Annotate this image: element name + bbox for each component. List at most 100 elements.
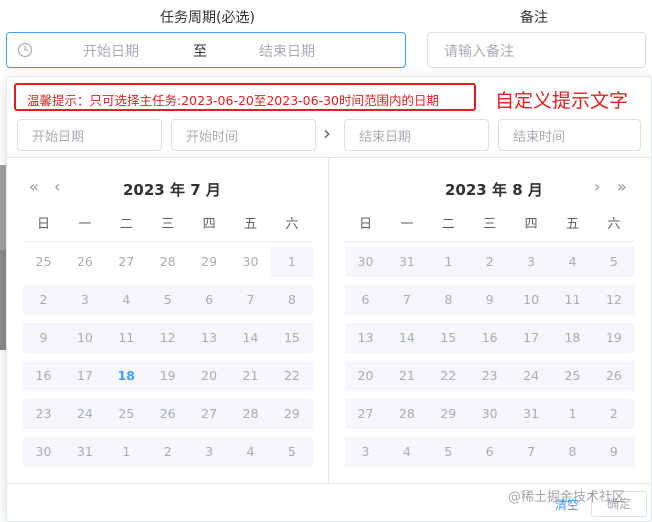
right-date-cell[interactable]: 15 bbox=[428, 323, 469, 353]
left-date-cell[interactable]: 8 bbox=[271, 285, 312, 315]
right-date-cell[interactable]: 3 bbox=[511, 247, 552, 277]
next-month-icon[interactable]: › bbox=[594, 177, 600, 196]
right-date-cell[interactable]: 8 bbox=[552, 437, 593, 467]
right-date-cell[interactable]: 2 bbox=[469, 247, 510, 277]
right-date-cell[interactable]: 11 bbox=[552, 285, 593, 315]
left-date-cell[interactable]: 16 bbox=[23, 361, 64, 391]
left-date-cell[interactable]: 28 bbox=[230, 399, 271, 429]
left-date-cell[interactable]: 28 bbox=[147, 247, 188, 277]
right-date-cell[interactable]: 1 bbox=[552, 399, 593, 429]
right-date-cell[interactable]: 16 bbox=[469, 323, 510, 353]
right-date-cell[interactable]: 5 bbox=[593, 247, 634, 277]
left-date-cell[interactable]: 5 bbox=[271, 437, 312, 467]
right-date-cell[interactable]: 21 bbox=[386, 361, 427, 391]
right-date-cell[interactable]: 31 bbox=[511, 399, 552, 429]
right-date-cell[interactable]: 19 bbox=[593, 323, 634, 353]
right-date-cell[interactable]: 4 bbox=[552, 247, 593, 277]
right-date-cell[interactable]: 13 bbox=[345, 323, 386, 353]
right-date-cell[interactable]: 12 bbox=[593, 285, 634, 315]
left-date-cell[interactable]: 4 bbox=[106, 285, 147, 315]
left-date-cell[interactable]: 10 bbox=[64, 323, 105, 353]
right-date-cell[interactable]: 26 bbox=[593, 361, 634, 391]
left-date-cell[interactable]: 20 bbox=[189, 361, 230, 391]
right-date-cell[interactable]: 10 bbox=[511, 285, 552, 315]
left-date-cell[interactable]: 2 bbox=[23, 285, 64, 315]
left-date-cell[interactable]: 13 bbox=[189, 323, 230, 353]
next-year-icon[interactable]: » bbox=[617, 177, 627, 196]
right-date-cell[interactable]: 28 bbox=[386, 399, 427, 429]
date-range-input[interactable]: 开始日期 至 结束日期 bbox=[6, 32, 406, 68]
right-date-cell[interactable]: 6 bbox=[345, 285, 386, 315]
right-date-cell[interactable]: 31 bbox=[386, 247, 427, 277]
left-date-cell[interactable]: 3 bbox=[64, 285, 105, 315]
left-date-cell[interactable]: 15 bbox=[271, 323, 312, 353]
left-date-cell[interactable]: 29 bbox=[189, 247, 230, 277]
left-date-cell[interactable]: 30 bbox=[230, 247, 271, 277]
panel-divider bbox=[328, 157, 329, 483]
end-date-input[interactable]: 结束日期 bbox=[344, 119, 489, 151]
left-date-cell[interactable]: 2 bbox=[147, 437, 188, 467]
left-date-cell[interactable]: 17 bbox=[64, 361, 105, 391]
right-date-cell[interactable]: 9 bbox=[593, 437, 634, 467]
left-date-cell[interactable]: 18 bbox=[106, 361, 147, 391]
left-date-cell[interactable]: 25 bbox=[23, 247, 64, 277]
left-date-cell[interactable]: 30 bbox=[23, 437, 64, 467]
range-start-placeholder[interactable]: 开始日期 bbox=[83, 41, 139, 61]
right-date-cell[interactable]: 9 bbox=[469, 285, 510, 315]
right-date-cell[interactable]: 20 bbox=[345, 361, 386, 391]
prev-year-icon[interactable]: « bbox=[29, 177, 39, 196]
left-date-cell[interactable]: 21 bbox=[230, 361, 271, 391]
right-date-cell[interactable]: 14 bbox=[386, 323, 427, 353]
right-date-cell[interactable]: 4 bbox=[386, 437, 427, 467]
left-date-cell[interactable]: 27 bbox=[106, 247, 147, 277]
right-date-cell[interactable]: 18 bbox=[552, 323, 593, 353]
note-input[interactable]: 请输入备注 bbox=[427, 32, 646, 68]
right-date-cell[interactable]: 24 bbox=[511, 361, 552, 391]
right-date-cell[interactable]: 22 bbox=[428, 361, 469, 391]
left-date-cell[interactable]: 26 bbox=[147, 399, 188, 429]
right-date-cell[interactable]: 3 bbox=[345, 437, 386, 467]
left-date-cell[interactable]: 22 bbox=[271, 361, 312, 391]
right-date-cell[interactable]: 30 bbox=[469, 399, 510, 429]
left-date-cell[interactable]: 6 bbox=[189, 285, 230, 315]
start-date-input[interactable]: 开始日期 bbox=[17, 119, 162, 151]
left-date-cell[interactable]: 14 bbox=[230, 323, 271, 353]
left-date-cell[interactable]: 3 bbox=[189, 437, 230, 467]
left-date-cell[interactable]: 27 bbox=[189, 399, 230, 429]
end-time-input[interactable]: 结束时间 bbox=[498, 119, 641, 151]
right-date-cell[interactable]: 8 bbox=[428, 285, 469, 315]
left-date-cell[interactable]: 25 bbox=[106, 399, 147, 429]
left-date-cell[interactable]: 26 bbox=[64, 247, 105, 277]
right-date-cell[interactable]: 5 bbox=[428, 437, 469, 467]
right-date-cell[interactable]: 7 bbox=[511, 437, 552, 467]
left-date-cell[interactable]: 4 bbox=[230, 437, 271, 467]
right-date-cell[interactable]: 23 bbox=[469, 361, 510, 391]
left-date-cell[interactable]: 5 bbox=[147, 285, 188, 315]
right-date-cell[interactable]: 27 bbox=[345, 399, 386, 429]
left-date-cell[interactable]: 24 bbox=[64, 399, 105, 429]
right-date-cell[interactable]: 17 bbox=[511, 323, 552, 353]
end-date-placeholder: 结束日期 bbox=[359, 130, 412, 145]
left-date-cell[interactable]: 19 bbox=[147, 361, 188, 391]
right-date-cell[interactable]: 1 bbox=[428, 247, 469, 277]
left-date-cell[interactable]: 12 bbox=[147, 323, 188, 353]
custom-note-annotation: 自定义提示文字 bbox=[495, 90, 629, 112]
left-date-cell[interactable]: 29 bbox=[271, 399, 312, 429]
right-date-cell[interactable]: 29 bbox=[428, 399, 469, 429]
left-date-cell[interactable]: 23 bbox=[23, 399, 64, 429]
right-date-cell[interactable]: 30 bbox=[345, 247, 386, 277]
left-date-cell[interactable]: 31 bbox=[64, 437, 105, 467]
left-date-cell[interactable]: 7 bbox=[230, 285, 271, 315]
prev-month-icon[interactable]: ‹ bbox=[54, 177, 60, 196]
start-time-input[interactable]: 开始时间 bbox=[171, 119, 316, 151]
left-date-cell[interactable]: 1 bbox=[106, 437, 147, 467]
right-date-cell[interactable]: 6 bbox=[469, 437, 510, 467]
left-date-cell[interactable]: 1 bbox=[271, 247, 312, 277]
right-date-cell[interactable]: 7 bbox=[386, 285, 427, 315]
right-date-cell[interactable]: 2 bbox=[593, 399, 634, 429]
header-divider bbox=[7, 157, 651, 158]
right-date-cell[interactable]: 25 bbox=[552, 361, 593, 391]
range-end-placeholder[interactable]: 结束日期 bbox=[259, 41, 315, 61]
left-date-cell[interactable]: 11 bbox=[106, 323, 147, 353]
left-date-cell[interactable]: 9 bbox=[23, 323, 64, 353]
